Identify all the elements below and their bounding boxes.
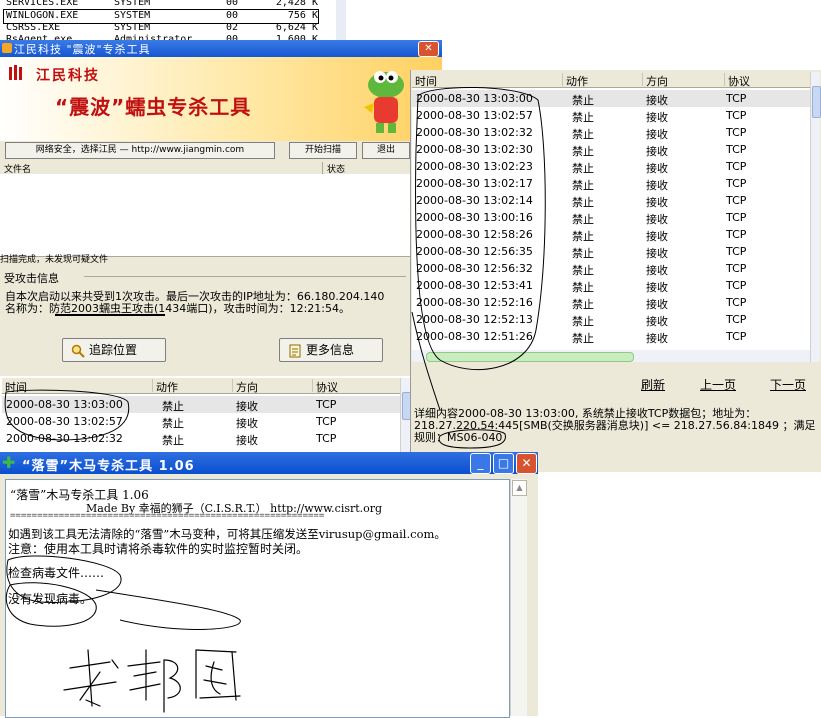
handwritten-annotations <box>4 87 546 713</box>
